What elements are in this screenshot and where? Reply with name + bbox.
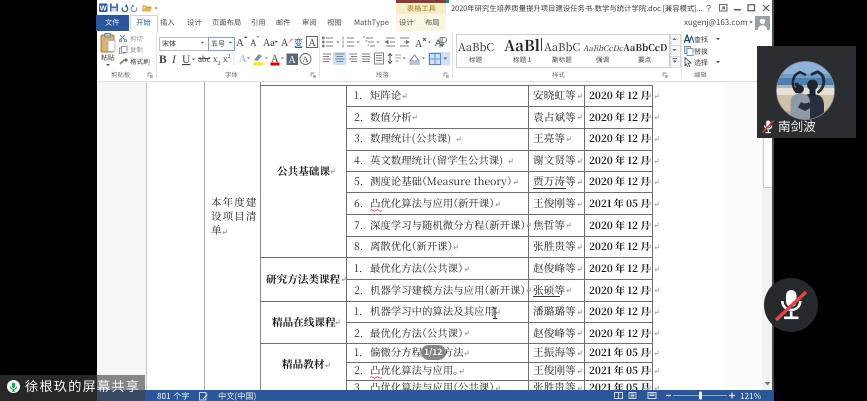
svg-text:I: I — [171, 54, 177, 66]
svg-text:W: W — [100, 3, 108, 12]
svg-text:U: U — [182, 54, 191, 66]
svg-text:2: 2 — [218, 61, 221, 66]
svg-text:?: ? — [706, 4, 711, 14]
svg-text:A: A — [281, 38, 289, 49]
svg-text:B: B — [159, 54, 167, 66]
svg-text:变: 变 — [294, 37, 303, 48]
svg-text:A: A — [236, 37, 244, 49]
svg-text:A: A — [309, 38, 317, 49]
svg-text:abc: abc — [198, 54, 211, 64]
svg-text:A: A — [239, 54, 247, 65]
svg-text:A: A — [415, 39, 423, 49]
svg-text:A: A — [303, 55, 309, 64]
svg-text:Aa: Aa — [263, 38, 275, 49]
svg-text:2: 2 — [228, 54, 231, 60]
svg-text:A: A — [250, 38, 257, 48]
svg-text:A: A — [289, 55, 297, 66]
